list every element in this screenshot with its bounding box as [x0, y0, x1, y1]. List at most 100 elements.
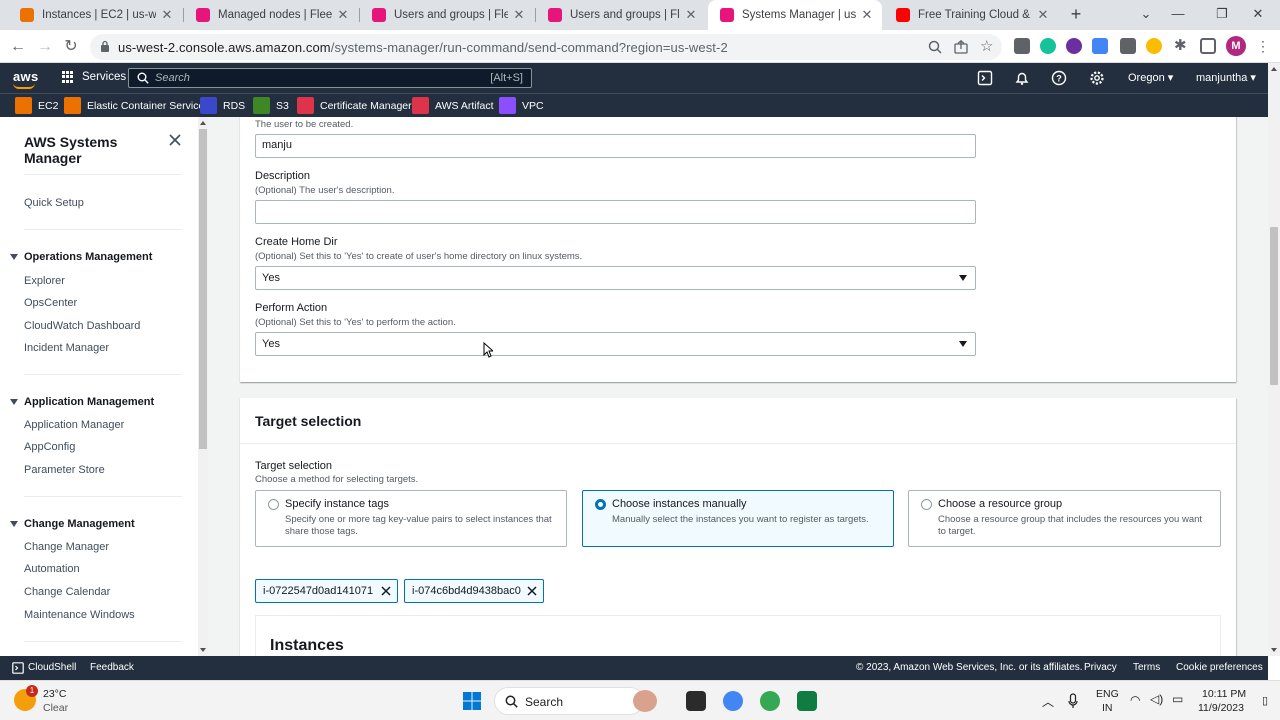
close-icon[interactable]: ✕	[336, 7, 350, 23]
browser-tab[interactable]: Instances | EC2 | us-west-2 ✕	[8, 0, 182, 30]
new-tab-button[interactable]: +	[1066, 4, 1086, 24]
radio-button[interactable]	[921, 499, 932, 510]
help-icon[interactable]: ?	[1051, 70, 1067, 86]
sidebar-section-application[interactable]: Application Management	[10, 396, 154, 408]
systems-manager-icon	[196, 8, 210, 22]
favorite-ec2[interactable]: EC2	[15, 97, 58, 114]
favorite-aws-artifact[interactable]: AWS Artifact	[412, 97, 494, 114]
wifi-icon[interactable]: ◠	[1130, 693, 1140, 707]
extension-icon[interactable]	[1146, 38, 1162, 54]
account-menu[interactable]: manjuntha ▾	[1196, 71, 1256, 84]
radio-button[interactable]	[268, 499, 279, 510]
sidebar-section-change[interactable]: Change Management	[10, 518, 135, 530]
reload-icon[interactable]: ↻	[60, 36, 82, 58]
bell-icon[interactable]	[1014, 70, 1030, 86]
kebab-menu-icon[interactable]: ⋮	[1256, 38, 1270, 55]
back-arrow-icon[interactable]: ←	[7, 36, 29, 58]
address-bar[interactable]: us-west-2.console.aws.amazon.com/systems…	[90, 34, 1002, 60]
close-icon[interactable]: ✕	[860, 7, 874, 23]
cloudshell-icon[interactable]	[977, 70, 993, 86]
extension-icon[interactable]	[1066, 38, 1082, 54]
close-icon[interactable]: ✕	[512, 7, 526, 23]
extension-icon[interactable]	[1120, 38, 1136, 54]
sidebar-item-change-calendar[interactable]: Change Calendar	[24, 586, 110, 598]
favorite-vpc[interactable]: VPC	[499, 97, 544, 114]
taskbar-search[interactable]: Search	[494, 687, 657, 715]
notifications-icon[interactable]: ▯	[1262, 694, 1268, 707]
language-indicator[interactable]: ENG	[1096, 688, 1119, 700]
browser-tab[interactable]: Free Training Cloud & Dev ✕	[884, 0, 1058, 30]
window-close-button[interactable]: ✕	[1236, 0, 1280, 30]
services-menu[interactable]: Services	[62, 71, 126, 83]
sidebar-title[interactable]: AWS Systems Manager	[24, 134, 154, 166]
cloudshell-link[interactable]: CloudShell	[28, 662, 76, 673]
aws-search-input[interactable]: Search [Alt+S]	[128, 68, 532, 88]
cookie-preferences-link[interactable]: Cookie preferences	[1176, 662, 1263, 673]
sidebar-section-operations[interactable]: Operations Management	[10, 251, 152, 263]
sidebar-item-parameter-store[interactable]: Parameter Store	[24, 464, 105, 476]
create-home-dir-select[interactable]: Yes	[255, 266, 976, 290]
sidebar-item-cloudwatch-dashboard[interactable]: CloudWatch Dashboard	[24, 320, 140, 332]
gear-icon[interactable]	[1089, 70, 1105, 86]
cloudshell-icon[interactable]	[12, 662, 24, 674]
perform-action-select[interactable]: Yes	[255, 332, 976, 356]
sidebar-item-opscenter[interactable]: OpsCenter	[24, 297, 77, 309]
option-choose-instances-manually[interactable]: Choose instances manually Manually selec…	[582, 490, 894, 547]
page-scrollbar[interactable]	[1268, 63, 1280, 656]
show-hidden-icons-icon[interactable]: ︿	[1042, 693, 1054, 710]
extension-icon[interactable]	[1014, 38, 1030, 54]
radio-button-selected[interactable]	[595, 499, 606, 510]
sidebar-item-maintenance-windows[interactable]: Maintenance Windows	[24, 609, 135, 621]
feedback-link[interactable]: Feedback	[90, 662, 134, 673]
battery-icon[interactable]: ▭	[1172, 692, 1183, 706]
translate-icon[interactable]	[1092, 38, 1108, 54]
browser-tab-active[interactable]: Systems Manager | us-wes ✕	[708, 0, 882, 30]
sidebar-item-change-manager[interactable]: Change Manager	[24, 541, 109, 553]
browser-tab[interactable]: Managed nodes | Fleet Ma ✕	[184, 0, 358, 30]
region-selector[interactable]: Oregon ▾	[1128, 71, 1173, 84]
close-icon[interactable]	[168, 133, 182, 147]
clock-time[interactable]: 10:11 PM	[1202, 688, 1246, 700]
browser-tab[interactable]: Users and groups | Fleet M ✕	[536, 0, 706, 30]
privacy-link[interactable]: Privacy	[1084, 662, 1117, 673]
sidebar-item-incident-manager[interactable]: Incident Manager	[24, 342, 109, 354]
close-icon[interactable]: ✕	[160, 7, 174, 23]
favorite-rds[interactable]: RDS	[200, 97, 245, 114]
minimize-button[interactable]: —	[1156, 0, 1200, 30]
profile-avatar[interactable]: M	[1226, 36, 1246, 56]
remove-token-icon[interactable]	[527, 586, 537, 596]
side-panel-icon[interactable]	[1200, 38, 1216, 54]
user-input[interactable]: manju	[255, 134, 976, 158]
terms-link[interactable]: Terms	[1133, 662, 1160, 673]
volume-icon[interactable]: ◁)	[1150, 692, 1163, 706]
favorite-ecs[interactable]: Elastic Container Service	[64, 97, 204, 114]
sidebar-item-explorer[interactable]: Explorer	[24, 275, 65, 287]
description-input[interactable]	[255, 200, 976, 224]
close-icon[interactable]: ✕	[684, 7, 698, 23]
remove-token-icon[interactable]	[381, 586, 391, 596]
forward-arrow-icon[interactable]: →	[34, 36, 56, 58]
option-choose-resource-group[interactable]: Choose a resource group Choose a resourc…	[908, 490, 1221, 547]
sidebar-item-application-manager[interactable]: Application Manager	[24, 419, 124, 431]
sidebar-scrollbar[interactable]	[198, 117, 208, 656]
zoom-icon[interactable]	[928, 40, 942, 54]
option-specify-instance-tags[interactable]: Specify instance tags Specify one or mor…	[255, 490, 567, 547]
chrome-profile-icon[interactable]	[760, 691, 780, 711]
bookmark-star-icon[interactable]: ☆	[980, 37, 993, 55]
browser-tab[interactable]: Users and groups | Fleet M ✕	[360, 0, 534, 30]
favorite-s3[interactable]: S3	[253, 97, 289, 114]
chrome-icon[interactable]	[723, 691, 743, 711]
sidebar-item-quick-setup[interactable]: Quick Setup	[24, 197, 84, 209]
share-icon[interactable]	[954, 40, 968, 54]
grammarly-icon[interactable]	[1040, 38, 1056, 54]
close-icon[interactable]: ✕	[1036, 7, 1050, 23]
puzzle-icon[interactable]: ✱	[1174, 38, 1190, 54]
task-view-icon[interactable]	[686, 691, 706, 711]
windows-start-icon[interactable]	[462, 691, 482, 711]
sidebar-item-automation[interactable]: Automation	[24, 563, 80, 575]
favorite-certificate-manager[interactable]: Certificate Manager	[297, 97, 412, 114]
aws-logo[interactable]: aws	[13, 69, 38, 89]
app-icon[interactable]	[797, 691, 817, 711]
microphone-icon[interactable]	[1068, 693, 1078, 709]
sidebar-item-appconfig[interactable]: AppConfig	[24, 441, 75, 453]
